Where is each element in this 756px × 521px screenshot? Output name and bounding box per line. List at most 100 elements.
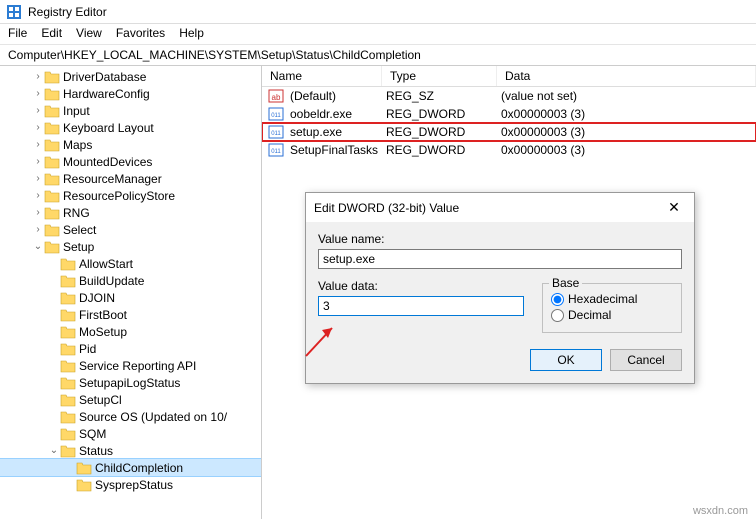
- cancel-button[interactable]: Cancel: [610, 349, 682, 371]
- cell-type: REG_DWORD: [380, 125, 495, 139]
- table-row[interactable]: 011SetupFinalTasksREG_DWORD0x00000003 (3…: [262, 141, 756, 159]
- value-data-label: Value data:: [318, 279, 524, 293]
- chevron-right-icon[interactable]: ›: [32, 71, 44, 82]
- tree-item-label: SysprepStatus: [95, 478, 173, 492]
- folder-icon: [44, 70, 60, 84]
- tree-item-label: Status: [79, 444, 113, 458]
- tree-item[interactable]: › RNG: [0, 204, 261, 221]
- tree-item-label: BuildUpdate: [79, 274, 144, 288]
- cell-name: SetupFinalTasks: [284, 143, 380, 157]
- tree-item-label: Keyboard Layout: [63, 121, 154, 135]
- folder-icon: [60, 376, 76, 390]
- folder-icon: [60, 274, 76, 288]
- col-name[interactable]: Name: [262, 66, 382, 86]
- tree-item[interactable]: Source OS (Updated on 10/: [0, 408, 261, 425]
- tree-item[interactable]: AllowStart: [0, 255, 261, 272]
- tree-item[interactable]: SysprepStatus: [0, 476, 261, 493]
- menu-file[interactable]: File: [8, 26, 27, 40]
- folder-icon: [76, 461, 92, 475]
- menu-favorites[interactable]: Favorites: [116, 26, 165, 40]
- folder-icon: [76, 478, 92, 492]
- chevron-right-icon[interactable]: ›: [32, 88, 44, 99]
- tree-item-label: RNG: [63, 206, 90, 220]
- menu-help[interactable]: Help: [179, 26, 204, 40]
- tree-item-label: MountedDevices: [63, 155, 152, 169]
- radio-hex-input[interactable]: [551, 293, 564, 306]
- cell-data: (value not set): [495, 89, 583, 103]
- tree-item[interactable]: › DriverDatabase: [0, 68, 261, 85]
- chevron-right-icon[interactable]: ›: [32, 224, 44, 235]
- radio-hex[interactable]: Hexadecimal: [551, 292, 673, 306]
- tree-item-label: DJOIN: [79, 291, 115, 305]
- col-data[interactable]: Data: [497, 66, 756, 86]
- chevron-right-icon[interactable]: ›: [32, 105, 44, 116]
- tree-view[interactable]: ›DriverDatabase›HardwareConfig›Input›Key…: [0, 66, 262, 519]
- value-data-input[interactable]: [318, 296, 524, 316]
- value-name-input[interactable]: [318, 249, 682, 269]
- chevron-right-icon[interactable]: ›: [32, 139, 44, 150]
- tree-item[interactable]: ⌄ Setup: [0, 238, 261, 255]
- ok-button[interactable]: OK: [530, 349, 602, 371]
- cell-type: REG_SZ: [380, 89, 495, 103]
- tree-item[interactable]: SetupCl: [0, 391, 261, 408]
- tree-item[interactable]: ›Input: [0, 102, 261, 119]
- tree-item[interactable]: ›HardwareConfig: [0, 85, 261, 102]
- radio-dec-input[interactable]: [551, 309, 564, 322]
- chevron-right-icon[interactable]: ›: [32, 190, 44, 201]
- tree-item[interactable]: DJOIN: [0, 289, 261, 306]
- radio-dec[interactable]: Decimal: [551, 308, 673, 322]
- table-row[interactable]: ab(Default)REG_SZ(value not set): [262, 87, 756, 105]
- tree-item[interactable]: BuildUpdate: [0, 272, 261, 289]
- chevron-right-icon[interactable]: ›: [32, 207, 44, 218]
- tree-item-label: Maps: [63, 138, 92, 152]
- tree-item[interactable]: Service Reporting API: [0, 357, 261, 374]
- chevron-right-icon[interactable]: ›: [32, 122, 44, 133]
- address-bar[interactable]: Computer\HKEY_LOCAL_MACHINE\SYSTEM\Setup…: [0, 45, 756, 66]
- tree-item[interactable]: SetupapiLogStatus: [0, 374, 261, 391]
- svg-text:011: 011: [271, 113, 281, 119]
- tree-item-label: SetupCl: [79, 393, 122, 407]
- tree-item[interactable]: ›Select: [0, 221, 261, 238]
- svg-text:011: 011: [271, 131, 281, 137]
- chevron-down-icon[interactable]: ⌄: [32, 241, 44, 252]
- tree-item[interactable]: Pid: [0, 340, 261, 357]
- table-row[interactable]: 011setup.exeREG_DWORD0x00000003 (3): [262, 123, 756, 141]
- tree-item-label: ResourcePolicyStore: [63, 189, 175, 203]
- chevron-down-icon[interactable]: ⌄: [48, 445, 60, 456]
- tree-item[interactable]: FirstBoot: [0, 306, 261, 323]
- tree-item-label: FirstBoot: [79, 308, 127, 322]
- folder-icon: [44, 240, 60, 254]
- chevron-right-icon[interactable]: ›: [32, 173, 44, 184]
- folder-icon: [60, 427, 76, 441]
- folder-icon: [44, 189, 60, 203]
- folder-icon: [60, 257, 76, 271]
- menu-edit[interactable]: Edit: [41, 26, 62, 40]
- folder-icon: [44, 121, 60, 135]
- tree-item-label: Service Reporting API: [79, 359, 196, 373]
- tree-item-label: DriverDatabase: [63, 70, 146, 84]
- folder-icon: [44, 87, 60, 101]
- tree-item[interactable]: › Keyboard Layout: [0, 119, 261, 136]
- tree-item[interactable]: › ResourcePolicyStore: [0, 187, 261, 204]
- tree-item-label: SetupapiLogStatus: [79, 376, 180, 390]
- edit-dword-dialog: Edit DWORD (32-bit) Value ✕ Value name: …: [305, 192, 695, 384]
- menu-view[interactable]: View: [76, 26, 102, 40]
- tree-item-label: Setup: [63, 240, 94, 254]
- folder-icon: [60, 359, 76, 373]
- tree-item[interactable]: ⌄ Status: [0, 442, 261, 459]
- col-type[interactable]: Type: [382, 66, 497, 86]
- close-icon[interactable]: ✕: [662, 199, 686, 216]
- folder-icon: [60, 291, 76, 305]
- tree-item[interactable]: SQM: [0, 425, 261, 442]
- tree-item[interactable]: › Maps: [0, 136, 261, 153]
- table-row[interactable]: 011oobeldr.exeREG_DWORD0x00000003 (3): [262, 105, 756, 123]
- tree-item[interactable]: ›ResourceManager: [0, 170, 261, 187]
- tree-item[interactable]: ChildCompletion: [0, 459, 261, 476]
- chevron-right-icon[interactable]: ›: [32, 156, 44, 167]
- tree-item[interactable]: MoSetup: [0, 323, 261, 340]
- tree-item-label: Source OS (Updated on 10/: [79, 410, 227, 424]
- tree-item-label: SQM: [79, 427, 106, 441]
- cell-name: oobeldr.exe: [284, 107, 380, 121]
- tree-item[interactable]: › MountedDevices: [0, 153, 261, 170]
- folder-icon: [44, 206, 60, 220]
